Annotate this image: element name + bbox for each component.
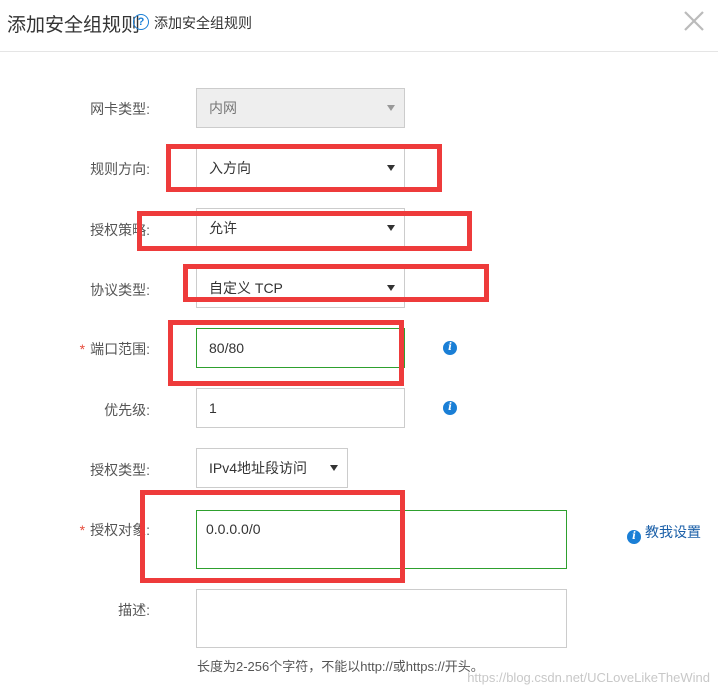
description-textarea[interactable]	[196, 589, 567, 648]
direction-value: 入方向	[209, 160, 251, 176]
port-range-label: * 端口范围:	[0, 339, 150, 359]
nic-type-value: 内网	[209, 100, 237, 116]
teach-me-text: 教我设置	[645, 524, 701, 540]
help-question-icon[interactable]: ?	[133, 14, 149, 30]
priority-value: 1	[209, 400, 217, 416]
nic-type-select: 内网	[196, 88, 405, 128]
info-icon: i	[627, 530, 641, 544]
auth-object-label: * 授权对象:	[0, 520, 150, 540]
auth-object-value: 0.0.0.0/0	[206, 521, 261, 537]
chevron-down-icon	[387, 105, 395, 111]
info-icon[interactable]: i	[443, 341, 457, 355]
chevron-down-icon	[387, 285, 395, 291]
close-icon[interactable]	[681, 8, 707, 34]
direction-select[interactable]: 入方向	[196, 148, 405, 188]
policy-value: 允许	[209, 220, 237, 236]
chevron-down-icon	[330, 465, 338, 471]
required-star: *	[79, 522, 86, 538]
protocol-label: 协议类型:	[90, 282, 150, 298]
auth-type-value: IPv4地址段访问	[209, 460, 308, 476]
teach-me-link[interactable]: i 教我设置	[627, 522, 701, 544]
auth-type-label: 授权类型:	[90, 462, 150, 478]
info-icon[interactable]: i	[443, 401, 457, 415]
auth-object-label-text: 授权对象:	[90, 522, 150, 538]
policy-select[interactable]: 允许	[196, 208, 405, 248]
port-range-input[interactable]: 80/80	[196, 328, 405, 368]
dialog-title: 添加安全组规则	[7, 15, 141, 36]
port-range-label-text: 端口范围:	[90, 341, 150, 357]
priority-input[interactable]: 1	[196, 388, 405, 428]
auth-type-select[interactable]: IPv4地址段访问	[196, 448, 348, 488]
description-label: 描述:	[118, 602, 150, 618]
dialog-header: 添加安全组规则 ? 添加安全组规则	[0, 0, 718, 52]
policy-label: 授权策略:	[90, 222, 150, 238]
port-range-value: 80/80	[209, 340, 245, 356]
chevron-down-icon	[387, 225, 395, 231]
watermark: https://blog.csdn.net/UCLoveLikeTheWind	[467, 670, 710, 685]
direction-label: 规则方向:	[90, 161, 150, 177]
description-hint: 长度为2-256个字符，不能以http://或https://开头。	[197, 659, 484, 674]
priority-label: 优先级:	[104, 402, 150, 418]
protocol-value: 自定义 TCP	[209, 280, 283, 296]
nic-type-label: 网卡类型:	[90, 101, 150, 117]
help-link[interactable]: 添加安全组规则	[154, 13, 252, 33]
protocol-select[interactable]: 自定义 TCP	[196, 268, 405, 308]
chevron-down-icon	[387, 165, 395, 171]
required-star: *	[79, 341, 86, 357]
auth-object-textarea[interactable]: 0.0.0.0/0	[196, 510, 567, 569]
